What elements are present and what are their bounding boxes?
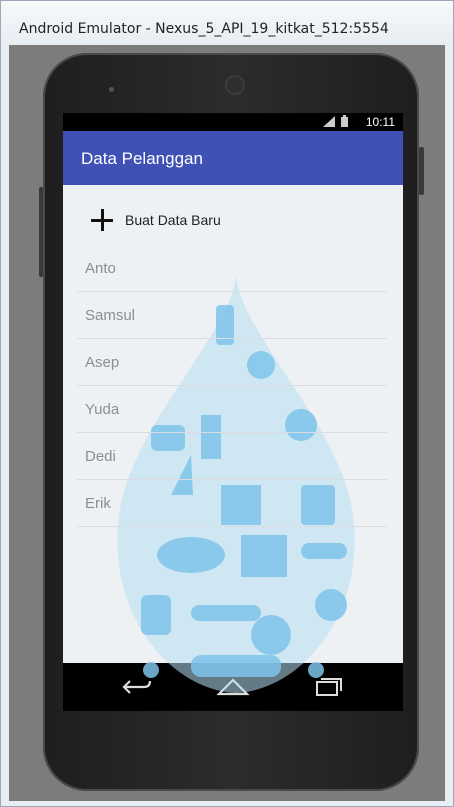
app-title: Data Pelanggan xyxy=(81,149,203,168)
window-title: Android Emulator - Nexus_5_API_19_kitkat… xyxy=(19,21,389,37)
add-new-data-button[interactable]: Buat Data Baru xyxy=(91,209,221,231)
signal-icon xyxy=(323,115,348,127)
front-camera xyxy=(227,77,243,93)
power-button[interactable] xyxy=(419,147,424,195)
customer-name: Asep xyxy=(85,353,120,371)
list-item[interactable]: Erik xyxy=(77,480,387,527)
customer-name: Dedi xyxy=(85,447,116,465)
list-item[interactable]: Asep xyxy=(77,339,387,386)
battery-icon xyxy=(341,117,348,127)
window-titlebar[interactable]: Android Emulator - Nexus_5_API_19_kitkat… xyxy=(1,1,453,45)
list-item[interactable]: Yuda xyxy=(77,386,387,433)
main-content: Buat Data Baru Anto Samsul Asep Yuda Ded… xyxy=(63,185,403,693)
status-bar: 10:11 xyxy=(63,113,403,131)
customer-list: Anto Samsul Asep Yuda Dedi Erik xyxy=(77,245,387,527)
list-item[interactable]: Dedi xyxy=(77,433,387,480)
customer-name: Samsul xyxy=(85,306,136,324)
device-screen: 10:11 Data Pelanggan Buat Data Baru Anto… xyxy=(63,113,403,711)
signal-battery-icons xyxy=(321,115,355,131)
sensor-dot xyxy=(109,87,114,92)
list-item[interactable]: Anto xyxy=(77,245,387,292)
customer-name: Erik xyxy=(85,494,111,512)
list-item[interactable]: Samsul xyxy=(77,292,387,339)
status-time: 10:11 xyxy=(365,115,395,129)
plus-icon xyxy=(91,209,113,231)
add-new-data-label: Buat Data Baru xyxy=(125,212,221,228)
app-bar: Data Pelanggan xyxy=(63,131,403,185)
customer-name: Yuda xyxy=(85,400,120,418)
customer-name: Anto xyxy=(85,259,116,277)
emulator-window: Android Emulator - Nexus_5_API_19_kitkat… xyxy=(0,0,454,807)
